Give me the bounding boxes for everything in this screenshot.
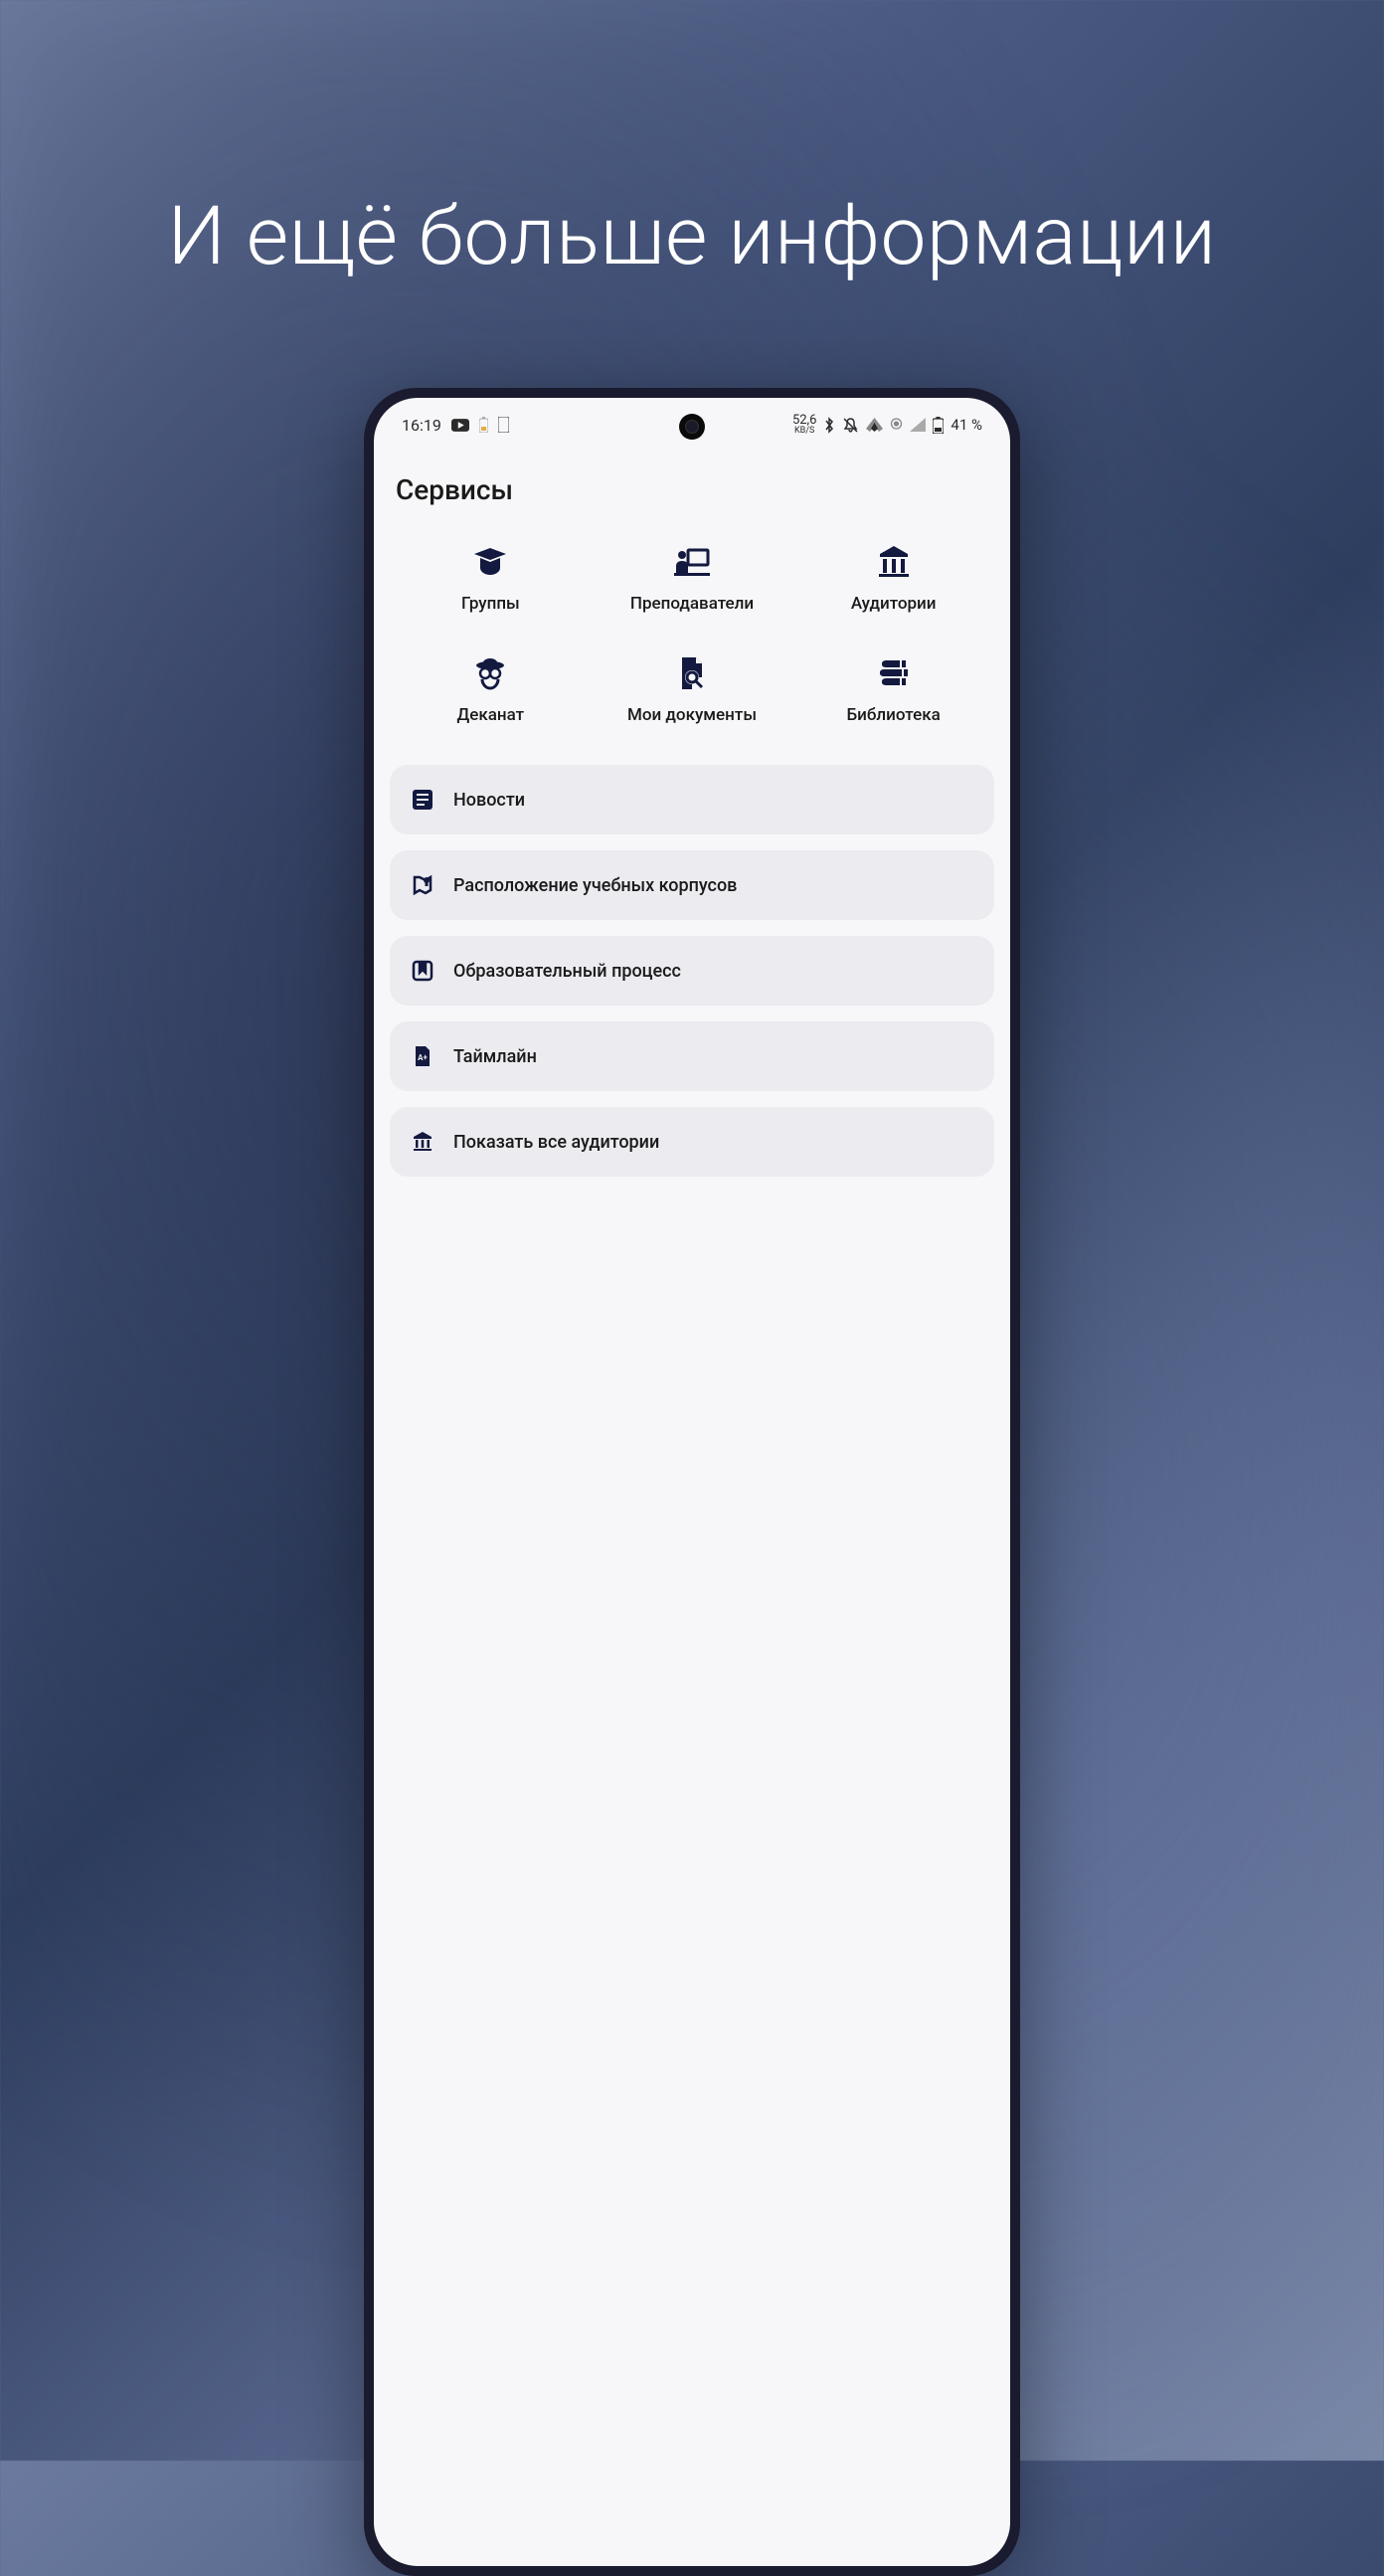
tile-documents[interactable]: Мои документы <box>598 640 787 739</box>
svg-text:A+: A+ <box>418 1053 428 1062</box>
bookmark-icon <box>410 958 435 984</box>
promo-headline: И ещё больше информации <box>0 0 1384 284</box>
list-item-all-rooms[interactable]: Показать все аудитории <box>390 1107 994 1177</box>
service-list: Новости Расположение учебных корпусов Об… <box>374 759 1010 1183</box>
tile-label: Библиотека <box>847 705 941 725</box>
list-label: Новости <box>453 790 525 811</box>
tile-teachers[interactable]: Преподаватели <box>598 528 787 628</box>
list-item-timeline[interactable]: A+ Таймлайн <box>390 1021 994 1091</box>
tile-label: Преподаватели <box>630 594 754 614</box>
camera-notch <box>679 414 705 440</box>
grade-icon: A+ <box>410 1043 435 1069</box>
tile-groups[interactable]: Группы <box>396 528 586 628</box>
phone-frame: 16:19 52,6 KB/S <box>364 388 1020 2576</box>
building-icon <box>874 542 914 582</box>
list-item-locations[interactable]: Расположение учебных корпусов <box>390 850 994 920</box>
list-label: Показать все аудитории <box>453 1132 659 1153</box>
mute-icon <box>842 417 859 434</box>
graduation-cap-icon <box>470 542 510 582</box>
tile-label: Мои документы <box>627 705 757 725</box>
signal-icon <box>910 418 926 432</box>
bluetooth-icon <box>823 417 835 434</box>
wifi-icon <box>866 418 883 432</box>
service-grid: Группы Преподаватели Аудитории Деканат <box>374 528 1010 759</box>
file-search-icon <box>672 653 712 693</box>
tile-deanery[interactable]: Деканат <box>396 640 586 739</box>
books-icon <box>874 653 914 693</box>
user-secret-icon <box>470 653 510 693</box>
list-item-edu-process[interactable]: Образовательный процесс <box>390 936 994 1006</box>
list-item-news[interactable]: Новости <box>390 765 994 834</box>
phone-screen: 16:19 52,6 KB/S <box>374 398 1010 2566</box>
teacher-icon <box>672 542 712 582</box>
card-icon <box>498 417 509 433</box>
list-label: Образовательный процесс <box>453 961 681 982</box>
tile-label: Деканат <box>457 705 525 725</box>
battery-icon <box>933 417 944 434</box>
network-speed: 52,6 KB/S <box>792 414 816 436</box>
tile-label: Аудитории <box>851 594 937 614</box>
tile-rooms[interactable]: Аудитории <box>798 528 988 628</box>
location-icon <box>890 418 903 433</box>
status-time: 16:19 <box>402 416 441 435</box>
tile-label: Группы <box>461 594 520 614</box>
list-label: Таймлайн <box>453 1046 537 1067</box>
bank-icon <box>410 1129 435 1155</box>
battery-save-icon <box>479 417 488 433</box>
tile-library[interactable]: Библиотека <box>798 640 988 739</box>
youtube-icon <box>451 419 469 432</box>
page-title: Сервисы <box>374 444 1010 528</box>
list-label: Расположение учебных корпусов <box>453 875 737 896</box>
news-icon <box>410 787 435 813</box>
map-pin-icon <box>410 872 435 898</box>
battery-percent: 41 % <box>951 416 982 434</box>
